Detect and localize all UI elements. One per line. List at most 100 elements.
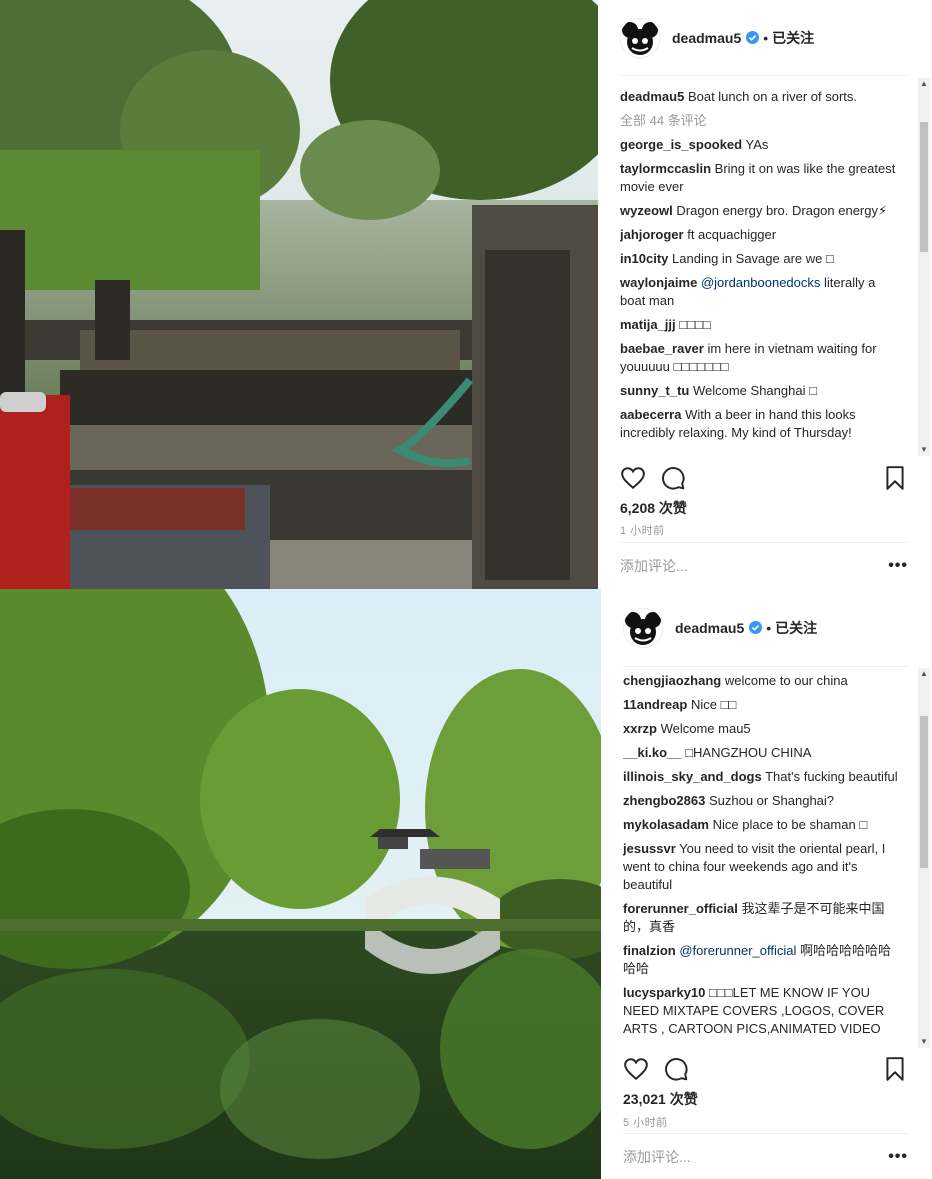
post-time[interactable]: 1 小时前 [620,522,665,538]
boat-river-photo [0,0,598,589]
separator-dot: • [763,29,769,46]
comment-item: matija_jjj □□□□ [620,316,912,334]
comment-user[interactable]: wyzeowl [620,203,673,218]
like-count[interactable]: 6,208 次赞 [620,498,687,518]
comment-item: in10city Landing in Savage are we □ [620,250,912,268]
comment-user[interactable]: matija_jjj [620,317,676,332]
scrollbar-thumb[interactable] [920,122,928,252]
comment-user[interactable]: baebae_raver [620,341,704,356]
comment-item: baebae_raver im here in vietnam waiting … [620,340,912,376]
avatar[interactable] [620,17,660,58]
comment-user[interactable]: mykolasadam [623,817,709,832]
comment-user[interactable]: xxrzp [623,721,657,736]
comment-item: jesussvr You need to visit the oriental … [623,840,912,894]
comment-text: Welcome Shanghai □ [692,383,817,398]
post-photo[interactable] [0,589,601,1179]
add-comment-bar: ••• [620,542,908,588]
comment-item: mykolasadam Nice place to be shaman □ [623,816,912,834]
comment-item: lucysparky10 □□□LET ME KNOW IF YOU NEED … [623,984,912,1038]
comment-text: Dragon energy bro. Dragon energy⚡ [676,203,888,218]
caption: deadmau5 Boat lunch on a river of sorts. [620,88,912,106]
bookmark-icon[interactable] [882,1056,908,1082]
bookmark-icon[interactable] [882,465,908,491]
avatar[interactable] [623,607,663,648]
post-header: deadmau5 • 已关注 [620,0,908,76]
comments-scrollbar[interactable]: ▲ ▼ [918,78,930,456]
comment-user[interactable]: __ki.ko__ [623,745,682,760]
comment-item: forerunner_official 我这辈子是不可能来中国的，真香 [623,900,912,936]
comments-list[interactable]: chengjiaozhang welcome to our china 11an… [623,672,912,1043]
post-sidebar: deadmau5 • 已关注 chengjiaozhang welcome to… [601,589,932,1179]
comment-item: aabecerra With a beer in hand this looks… [620,406,912,442]
follow-button[interactable]: 已关注 [775,618,817,638]
add-comment-input[interactable] [623,1148,889,1165]
action-bar [620,460,908,496]
comment-mention[interactable]: @jordanboonedocks [701,275,820,290]
comment-text: That's fucking beautiful [765,769,898,784]
comment-text: Welcome mau5 [660,721,751,736]
post-1: deadmau5 • 已关注 deadmau5 Boat lunch on a … [0,0,932,589]
caption-text: Boat lunch on a river of sorts. [687,89,858,104]
comment-user[interactable]: zhengbo2863 [623,793,705,808]
add-comment-input[interactable] [620,557,889,574]
comment-item: __ki.ko__ □HANGZHOU CHINA [623,744,912,762]
comment-user[interactable]: 11andreap [623,697,687,712]
comment-user[interactable]: jesussvr [623,841,676,856]
more-icon[interactable]: ••• [888,557,908,575]
heart-icon[interactable] [620,465,646,491]
heart-icon[interactable] [623,1056,649,1082]
comment-user[interactable]: aabecerra [620,407,681,422]
view-all-comments-link[interactable]: 全部 44 条评论 [620,112,912,130]
post-header: deadmau5 • 已关注 [623,589,908,667]
comment-mention[interactable]: @forerunner_official [679,943,796,958]
comment-user[interactable]: george_is_spooked [620,137,742,152]
verified-icon [749,621,763,634]
action-bar [623,1051,908,1087]
comment-user[interactable]: taylormccaslin [620,161,711,176]
comment-item: wyzeowl Dragon energy bro. Dragon energy… [620,202,912,220]
comment-user[interactable]: sunny_t_tu [620,383,689,398]
more-icon[interactable]: ••• [888,1148,908,1166]
post-time[interactable]: 5 小时前 [623,1114,668,1130]
follow-button[interactable]: 已关注 [772,28,814,48]
comment-item: chengjiaozhang welcome to our china [623,672,912,690]
comment-text: Landing in Savage are we □ [672,251,834,266]
comment-user[interactable]: chengjiaozhang [623,673,721,688]
comment-user[interactable]: waylonjaime [620,275,697,290]
comment-text: Nice □□ [690,697,737,712]
comment-icon[interactable] [663,1056,689,1082]
post-sidebar: deadmau5 • 已关注 deadmau5 Boat lunch on a … [598,0,932,589]
username[interactable]: deadmau5 [672,30,741,46]
comment-item: george_is_spooked YAs [620,136,912,154]
comment-user[interactable]: finalzion [623,943,676,958]
scroll-up-arrow-icon[interactable]: ▲ [918,668,930,680]
scroll-up-arrow-icon[interactable]: ▲ [918,78,930,90]
comment-item: finalzion @forerunner_official 啊哈哈哈哈哈哈哈哈 [623,942,912,978]
comment-user[interactable]: illinois_sky_and_dogs [623,769,762,784]
scrollbar-thumb[interactable] [920,716,928,868]
add-comment-bar: ••• [623,1133,908,1179]
comment-text: □□□□ [679,317,711,332]
comment-item: illinois_sky_and_dogs That's fucking bea… [623,768,912,786]
comment-item: zhengbo2863 Suzhou or Shanghai? [623,792,912,810]
scroll-down-arrow-icon[interactable]: ▼ [918,444,930,456]
comment-user[interactable]: in10city [620,251,668,266]
scroll-down-arrow-icon[interactable]: ▼ [918,1036,930,1048]
comment-item: jahjoroger ft acquachigger [620,226,912,244]
verified-icon [746,31,760,44]
caption-user[interactable]: deadmau5 [620,89,684,104]
comment-user[interactable]: jahjoroger [620,227,684,242]
username[interactable]: deadmau5 [675,620,744,636]
like-count[interactable]: 23,021 次赞 [623,1089,698,1109]
comment-text: YAs [745,137,769,152]
post-2: deadmau5 • 已关注 chengjiaozhang welcome to… [0,589,932,1179]
post-photo[interactable] [0,0,598,589]
comments-list[interactable]: deadmau5 Boat lunch on a river of sorts.… [620,88,912,454]
comment-user[interactable]: lucysparky10 [623,985,705,1000]
comment-user[interactable]: forerunner_official [623,901,738,916]
comment-text: Nice place to be shaman □ [712,817,868,832]
comments-scrollbar[interactable]: ▲ ▼ [918,668,930,1048]
separator-dot: • [766,619,772,636]
comment-icon[interactable] [660,465,686,491]
comment-item: waylonjaime @jordanboonedocks literally … [620,274,912,310]
